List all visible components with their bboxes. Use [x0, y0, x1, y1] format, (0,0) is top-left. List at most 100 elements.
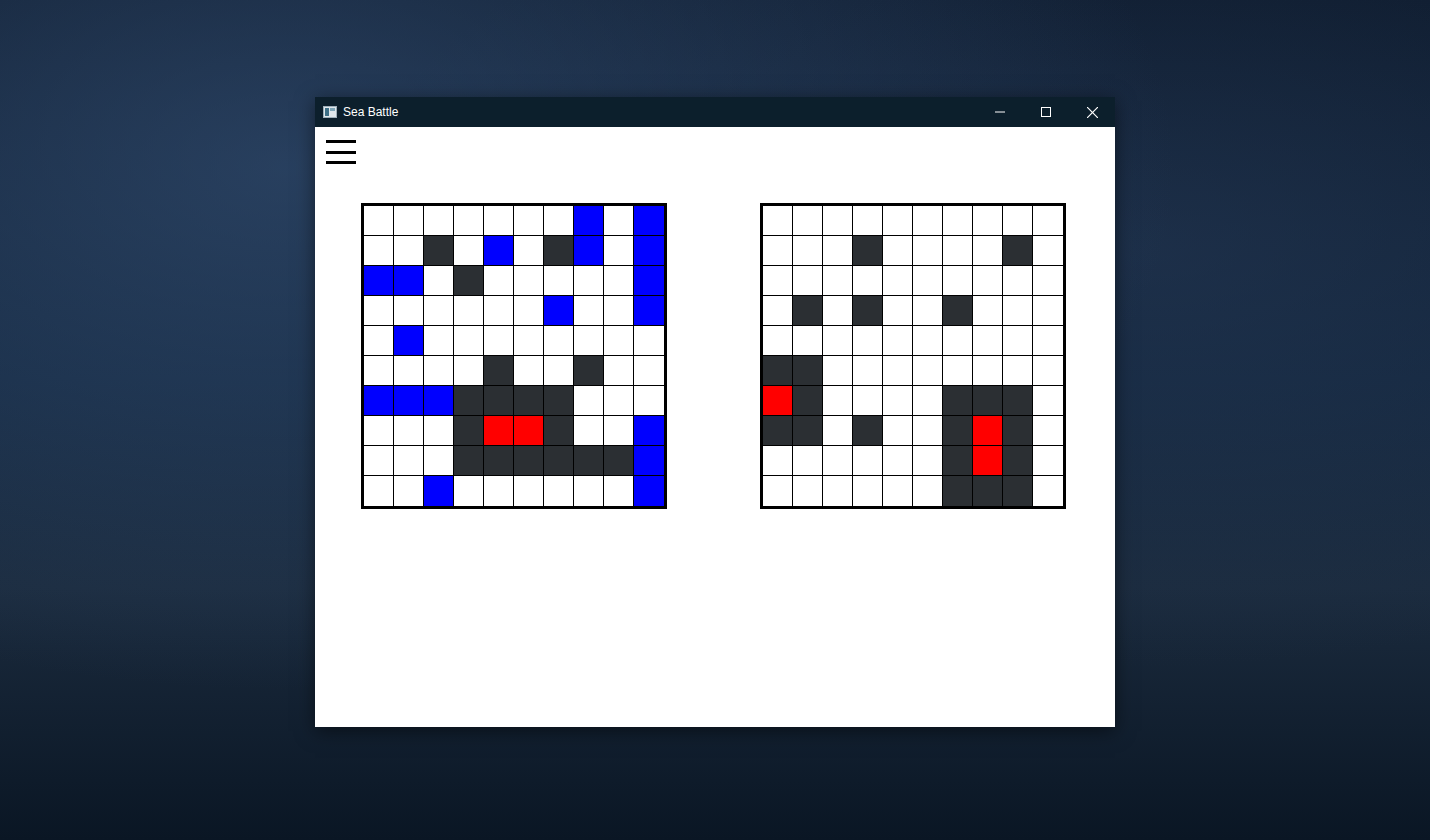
board-cell[interactable] — [883, 416, 913, 446]
board-cell[interactable] — [604, 386, 634, 416]
menu-icon[interactable] — [326, 140, 356, 164]
board-cell[interactable] — [883, 476, 913, 506]
board-cell[interactable] — [604, 416, 634, 446]
board-cell[interactable] — [913, 206, 943, 236]
board-cell[interactable] — [793, 326, 823, 356]
board-cell[interactable] — [1033, 386, 1063, 416]
board-cell[interactable] — [823, 416, 853, 446]
board-cell[interactable] — [424, 326, 454, 356]
board-cell[interactable] — [424, 266, 454, 296]
board-cell[interactable] — [604, 446, 634, 476]
board-cell[interactable] — [574, 446, 604, 476]
board-cell[interactable] — [634, 296, 664, 326]
board-cell[interactable] — [514, 476, 544, 506]
board-cell[interactable] — [394, 416, 424, 446]
board-cell[interactable] — [544, 296, 574, 326]
board-cell[interactable] — [544, 386, 574, 416]
board-cell[interactable] — [454, 266, 484, 296]
minimize-button[interactable] — [977, 97, 1023, 127]
board-cell[interactable] — [943, 266, 973, 296]
board-cell[interactable] — [604, 326, 634, 356]
board-cell[interactable] — [424, 356, 454, 386]
board-cell[interactable] — [634, 476, 664, 506]
board-cell[interactable] — [424, 236, 454, 266]
maximize-button[interactable] — [1023, 97, 1069, 127]
board-cell[interactable] — [484, 236, 514, 266]
board-cell[interactable] — [883, 386, 913, 416]
board-cell[interactable] — [364, 356, 394, 386]
board-cell[interactable] — [763, 416, 793, 446]
board-cell[interactable] — [793, 296, 823, 326]
board-cell[interactable] — [424, 206, 454, 236]
board-cell[interactable] — [634, 326, 664, 356]
board-cell[interactable] — [454, 476, 484, 506]
board-cell[interactable] — [454, 296, 484, 326]
board-cell[interactable] — [454, 446, 484, 476]
board-cell[interactable] — [823, 476, 853, 506]
board-cell[interactable] — [883, 356, 913, 386]
board-cell[interactable] — [973, 386, 1003, 416]
board-cell[interactable] — [943, 416, 973, 446]
board-cell[interactable] — [424, 296, 454, 326]
board-cell[interactable] — [973, 236, 1003, 266]
board-cell[interactable] — [514, 236, 544, 266]
board-cell[interactable] — [793, 476, 823, 506]
board-cell[interactable] — [913, 356, 943, 386]
board-cell[interactable] — [514, 206, 544, 236]
board-cell[interactable] — [1003, 206, 1033, 236]
board-cell[interactable] — [1003, 446, 1033, 476]
board-cell[interactable] — [1003, 476, 1033, 506]
board-cell[interactable] — [943, 206, 973, 236]
board-cell[interactable] — [364, 266, 394, 296]
board-cell[interactable] — [454, 236, 484, 266]
board-cell[interactable] — [883, 446, 913, 476]
board-cell[interactable] — [634, 266, 664, 296]
board-cell[interactable] — [544, 206, 574, 236]
board-cell[interactable] — [763, 266, 793, 296]
board-cell[interactable] — [763, 206, 793, 236]
board-cell[interactable] — [793, 206, 823, 236]
board-cell[interactable] — [574, 476, 604, 506]
board-cell[interactable] — [913, 446, 943, 476]
board-cell[interactable] — [1003, 236, 1033, 266]
board-cell[interactable] — [943, 326, 973, 356]
board-cell[interactable] — [943, 386, 973, 416]
board-cell[interactable] — [973, 476, 1003, 506]
board-cell[interactable] — [853, 236, 883, 266]
board-cell[interactable] — [943, 236, 973, 266]
board-cell[interactable] — [763, 236, 793, 266]
board-cell[interactable] — [394, 386, 424, 416]
board-cell[interactable] — [574, 236, 604, 266]
board-cell[interactable] — [484, 416, 514, 446]
board-cell[interactable] — [913, 266, 943, 296]
board-cell[interactable] — [364, 206, 394, 236]
board-cell[interactable] — [973, 416, 1003, 446]
board-cell[interactable] — [763, 386, 793, 416]
board-cell[interactable] — [1003, 296, 1033, 326]
board-cell[interactable] — [484, 206, 514, 236]
board-cell[interactable] — [364, 416, 394, 446]
board-cell[interactable] — [1033, 476, 1063, 506]
board-cell[interactable] — [574, 386, 604, 416]
board-cell[interactable] — [793, 416, 823, 446]
board-cell[interactable] — [763, 446, 793, 476]
board-cell[interactable] — [1033, 416, 1063, 446]
board-cell[interactable] — [634, 236, 664, 266]
board-cell[interactable] — [883, 266, 913, 296]
board-cell[interactable] — [853, 326, 883, 356]
board-cell[interactable] — [544, 416, 574, 446]
board-cell[interactable] — [973, 266, 1003, 296]
board-cell[interactable] — [1033, 236, 1063, 266]
board-cell[interactable] — [853, 206, 883, 236]
board-cell[interactable] — [913, 296, 943, 326]
board-cell[interactable] — [883, 236, 913, 266]
board-cell[interactable] — [823, 446, 853, 476]
board-cell[interactable] — [604, 236, 634, 266]
board-cell[interactable] — [793, 236, 823, 266]
close-button[interactable] — [1069, 97, 1115, 127]
board-cell[interactable] — [823, 356, 853, 386]
board-cell[interactable] — [853, 266, 883, 296]
board-cell[interactable] — [394, 266, 424, 296]
board-cell[interactable] — [763, 476, 793, 506]
board-cell[interactable] — [823, 236, 853, 266]
